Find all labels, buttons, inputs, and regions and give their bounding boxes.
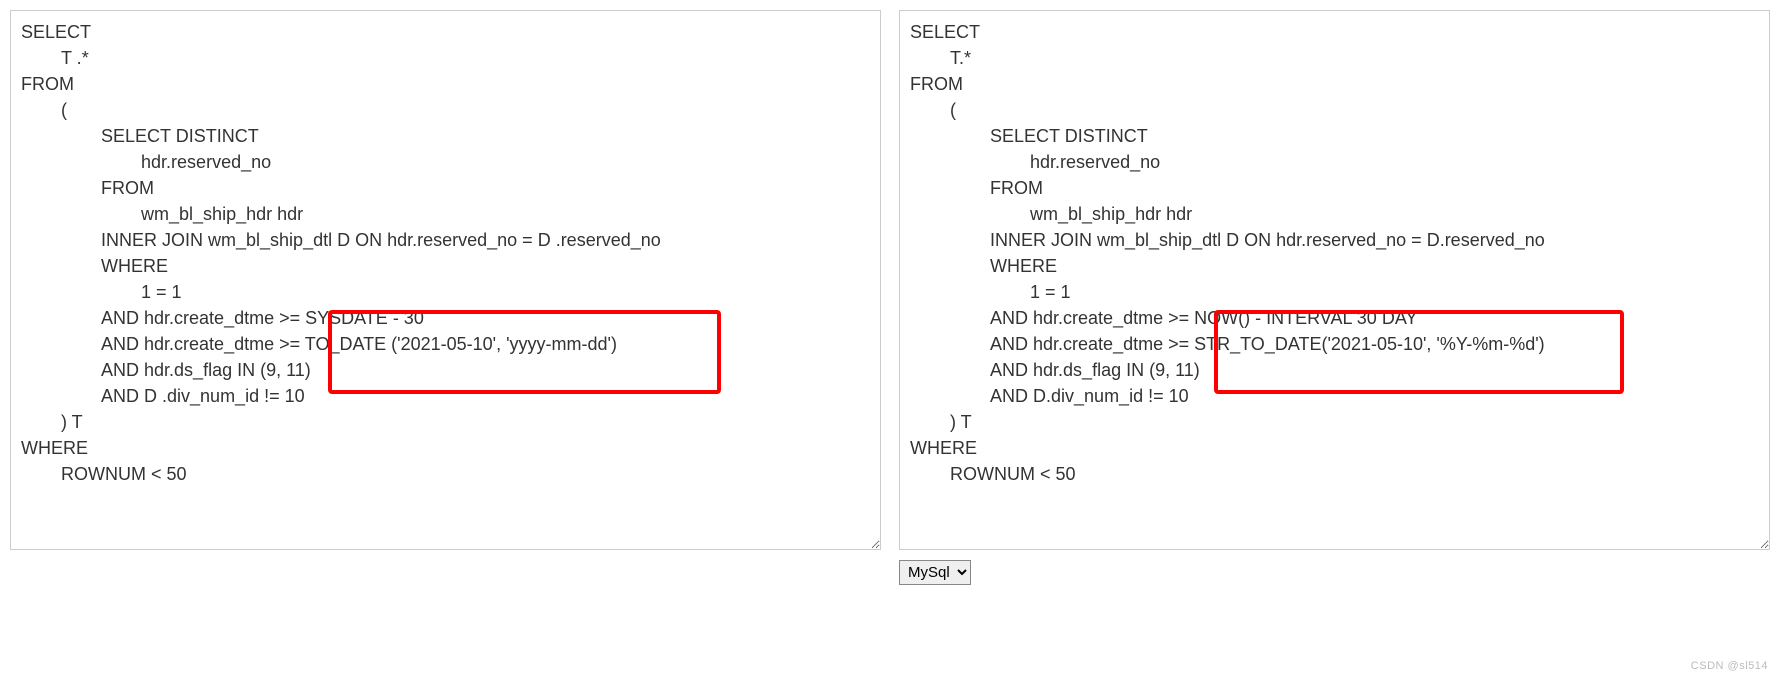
columns-container: SELECT T .* FROM ( SELECT DISTINCT hdr.r… bbox=[10, 10, 1770, 585]
left-sql-editor[interactable]: SELECT T .* FROM ( SELECT DISTINCT hdr.r… bbox=[10, 10, 881, 550]
watermark-text: CSDN @sl514 bbox=[1691, 660, 1768, 672]
db-selector-row: MySql bbox=[899, 560, 1770, 585]
left-column: SELECT T .* FROM ( SELECT DISTINCT hdr.r… bbox=[10, 10, 881, 585]
db-type-select[interactable]: MySql bbox=[899, 560, 971, 585]
right-sql-editor[interactable]: SELECT T.* FROM ( SELECT DISTINCT hdr.re… bbox=[899, 10, 1770, 550]
right-column: SELECT T.* FROM ( SELECT DISTINCT hdr.re… bbox=[899, 10, 1770, 585]
